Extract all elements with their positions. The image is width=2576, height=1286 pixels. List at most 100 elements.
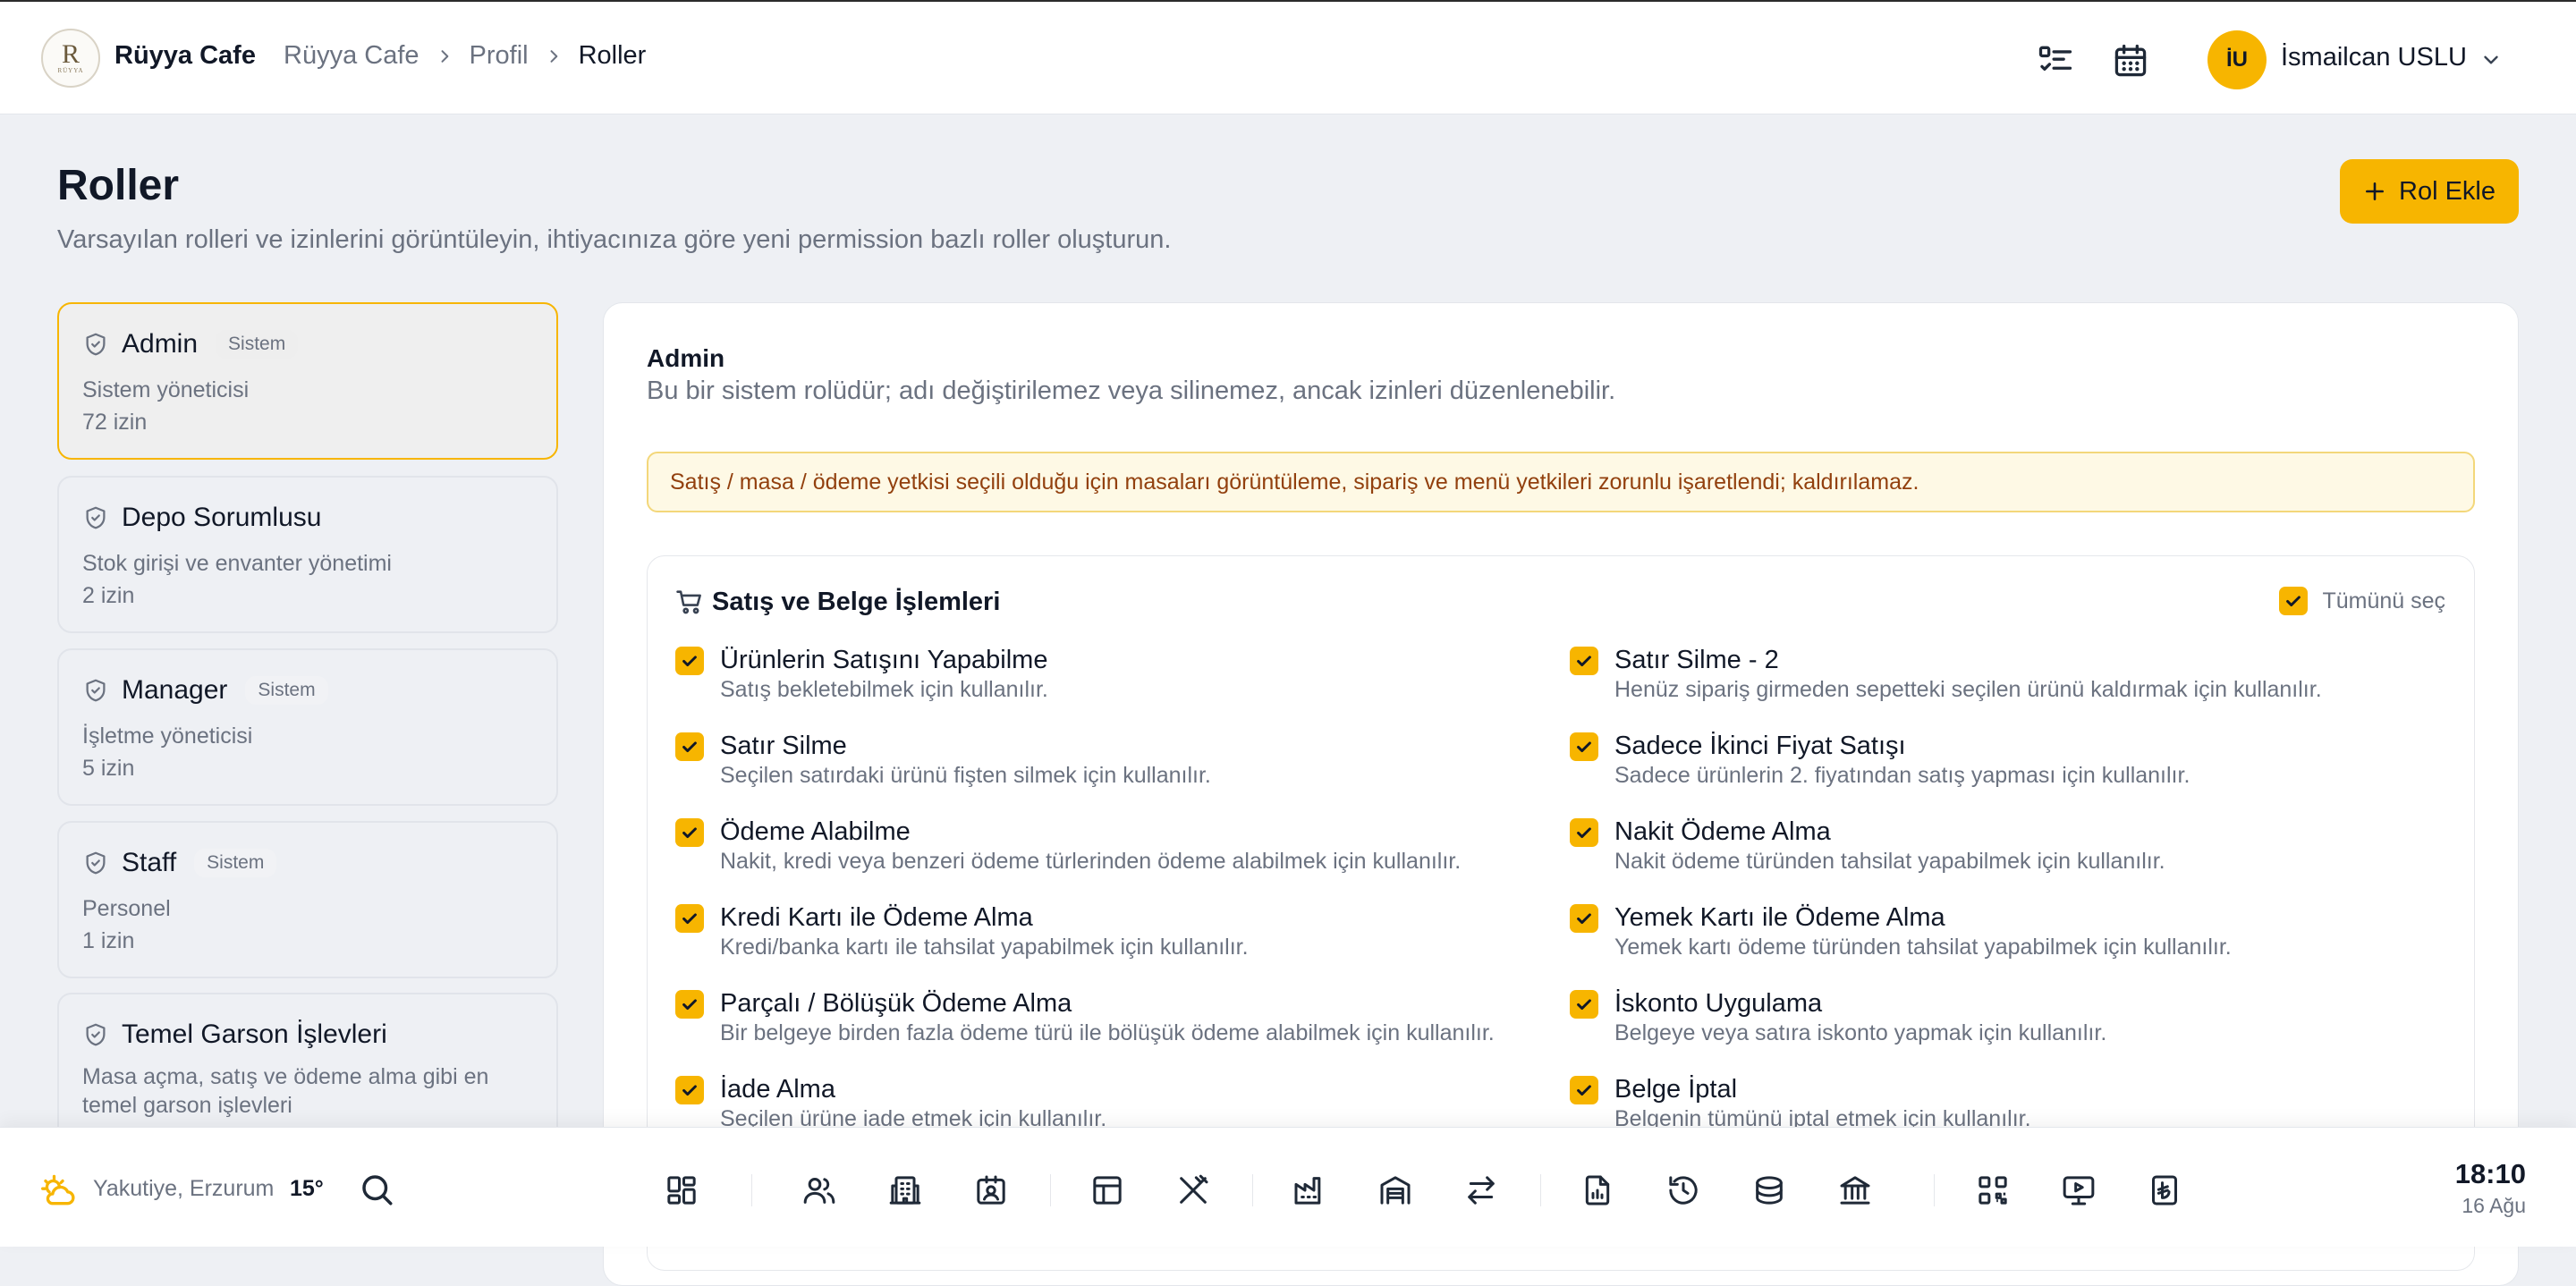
permission-item[interactable]: İskonto Uygulama Belgeye veya satıra isk…	[1570, 988, 2106, 1047]
permission-item[interactable]: Yemek Kartı ile Ödeme Alma Yemek kartı ö…	[1570, 902, 2232, 961]
utensils-icon[interactable]	[1175, 1172, 1211, 1208]
permission-name: Parçalı / Bölüşük Ödeme Alma	[720, 989, 1072, 1018]
permission-item[interactable]: Nakit Ödeme Alma Nakit ödeme türünden ta…	[1570, 816, 2165, 876]
clock-time: 18:10	[2454, 1158, 2526, 1189]
coins-icon[interactable]	[1751, 1172, 1787, 1208]
factory-icon[interactable]	[1292, 1172, 1327, 1208]
breadcrumb-item-current: Roller	[578, 41, 647, 70]
role-name: Admin	[122, 329, 199, 359]
chevron-down-icon[interactable]	[2479, 48, 2503, 72]
breadcrumb-item-profile[interactable]: Profil	[470, 41, 529, 71]
role-card-admin[interactable]: Admin Sistem Sistem yöneticisi 72 izin	[57, 302, 558, 460]
bottom-taskbar: Yakutiye, Erzurum 15° 18:10 16 Ağu	[0, 1127, 2576, 1247]
permission-name: Kredi Kartı ile Ödeme Alma	[720, 903, 1033, 932]
role-name: Manager	[122, 675, 228, 705]
transfer-icon[interactable]	[1463, 1172, 1499, 1208]
role-card-staff[interactable]: Staff Sistem Personel 1 izin	[57, 821, 558, 978]
permission-item[interactable]: İade Alma Seçilen ürüne iade etmek için …	[675, 1074, 1106, 1133]
permission-checkbox[interactable]	[675, 1076, 704, 1104]
shield-icon	[82, 504, 109, 531]
add-role-label: Rol Ekle	[2399, 176, 2496, 206]
select-all-label: Tümünü seç	[2322, 588, 2445, 613]
building-icon[interactable]	[887, 1172, 923, 1208]
permission-checkbox[interactable]	[675, 732, 704, 761]
avatar[interactable]: İU	[2207, 30, 2267, 89]
permission-checkbox[interactable]	[675, 904, 704, 933]
users-icon[interactable]	[801, 1172, 837, 1208]
permission-checkbox[interactable]	[675, 818, 704, 847]
taskbar-divider	[751, 1174, 752, 1206]
role-description: Masa açma, satış ve ödeme alma gibi en t…	[82, 1064, 489, 1118]
permission-description: Yemek kartı ödeme türünden tahsilat yapa…	[1614, 935, 2232, 960]
presentation-icon[interactable]	[2061, 1172, 2097, 1208]
add-role-button[interactable]: Rol Ekle	[2340, 159, 2519, 224]
taskbar-divider	[1050, 1174, 1051, 1206]
logo-mark: R	[61, 39, 80, 69]
receipt-lira-icon[interactable]	[2147, 1172, 2182, 1208]
qr-code-icon[interactable]	[1975, 1172, 2011, 1208]
role-header: Staff Sistem	[82, 848, 277, 878]
user-name[interactable]: İsmailcan USLU	[2281, 43, 2467, 72]
permission-item[interactable]: Ürünlerin Satışını Yapabilme Satış bekle…	[675, 645, 1048, 704]
shield-icon	[82, 677, 109, 704]
detail-title: Admin	[647, 344, 725, 372]
permission-item[interactable]: Satır Silme Seçilen satırdaki ürünü fişt…	[675, 731, 1211, 790]
role-description: Stok girişi ve envanter yönetimi	[82, 551, 392, 576]
permission-checkbox[interactable]	[675, 647, 704, 675]
select-all-toggle[interactable]: Tümünü seç	[2279, 587, 2445, 615]
search-icon[interactable]	[358, 1171, 395, 1208]
checklist-icon[interactable]	[2036, 41, 2075, 80]
permission-item[interactable]: Belge İptal Belgenin tümünü iptal etmek …	[1570, 1074, 2031, 1133]
permission-description: Sadece ürünlerin 2. fiyatından satış yap…	[1614, 763, 2190, 788]
permission-checkbox[interactable]	[1570, 904, 1598, 933]
permission-description: Belgeye veya satıra iskonto yapmak için …	[1614, 1020, 2107, 1045]
plus-icon	[2366, 182, 2384, 200]
role-permission-count: 1 izin	[82, 928, 135, 953]
permission-name: Satır Silme - 2	[1614, 646, 1779, 674]
role-card-manager[interactable]: Manager Sistem İşletme yöneticisi 5 izin	[57, 648, 558, 806]
brand-name[interactable]: Rüyya Cafe	[114, 41, 256, 71]
role-permission-count: 5 izin	[82, 756, 135, 781]
permission-name: Ödeme Alabilme	[720, 817, 911, 846]
role-permission-count: 72 izin	[82, 410, 148, 435]
permission-checkbox[interactable]	[1570, 1076, 1598, 1104]
permission-name: Yemek Kartı ile Ödeme Alma	[1614, 903, 1945, 932]
permission-checkbox[interactable]	[1570, 818, 1598, 847]
role-header: Depo Sorumlusu	[82, 503, 321, 533]
calendar-icon[interactable]	[2111, 41, 2150, 80]
permission-item[interactable]: Ödeme Alabilme Nakit, kredi veya benzeri…	[675, 816, 1461, 876]
bank-icon[interactable]	[1837, 1172, 1873, 1208]
history-icon[interactable]	[1665, 1172, 1701, 1208]
permission-checkbox[interactable]	[675, 990, 704, 1019]
shield-icon	[82, 331, 109, 358]
weather-temperature: 15°	[290, 1176, 324, 1201]
permission-description: Satış bekletebilmek için kullanılır.	[720, 677, 1048, 702]
permission-checkbox[interactable]	[1570, 732, 1598, 761]
page-subtitle: Varsayılan rolleri ve izinlerini görüntü…	[57, 225, 1172, 254]
permission-checkbox[interactable]	[1570, 990, 1598, 1019]
dashboard-icon[interactable]	[664, 1172, 699, 1208]
cart-icon	[674, 587, 705, 617]
permission-item[interactable]: Sadece İkinci Fiyat Satışı Sadece ürünle…	[1570, 731, 2190, 790]
select-all-checkbox[interactable]	[2279, 587, 2309, 615]
permission-item[interactable]: Kredi Kartı ile Ödeme Alma Kredi/banka k…	[675, 902, 1249, 961]
brand-logo[interactable]: R RÜYYA	[41, 29, 100, 88]
warehouse-icon[interactable]	[1377, 1172, 1413, 1208]
breadcrumb: Rüyya Cafe Profil Roller	[284, 41, 646, 71]
role-name: Depo Sorumlusu	[122, 503, 322, 532]
permission-checkbox[interactable]	[1570, 647, 1598, 675]
report-icon[interactable]	[1580, 1172, 1615, 1208]
permission-item[interactable]: Satır Silme - 2 Henüz sipariş girmeden s…	[1570, 645, 2322, 704]
role-description: Personel	[82, 896, 171, 921]
shield-icon	[82, 850, 109, 876]
breadcrumb-item-home[interactable]: Rüyya Cafe	[284, 41, 419, 71]
system-badge: Sistem	[245, 676, 328, 705]
taskbar-divider	[1540, 1174, 1541, 1206]
permission-item[interactable]: Parçalı / Bölüşük Ödeme Alma Bir belgeye…	[675, 988, 1495, 1047]
top-header: R RÜYYA Rüyya Cafe Rüyya Cafe Profil Rol…	[0, 2, 2576, 114]
permission-name: Nakit Ödeme Alma	[1614, 817, 1831, 846]
id-card-icon[interactable]	[973, 1172, 1009, 1208]
table-layout-icon[interactable]	[1089, 1172, 1125, 1208]
permission-description: Nakit ödeme türünden tahsilat yapabilmek…	[1614, 849, 2165, 874]
role-card-depo-sorumlusu[interactable]: Depo Sorumlusu Stok girişi ve envanter y…	[57, 476, 558, 633]
